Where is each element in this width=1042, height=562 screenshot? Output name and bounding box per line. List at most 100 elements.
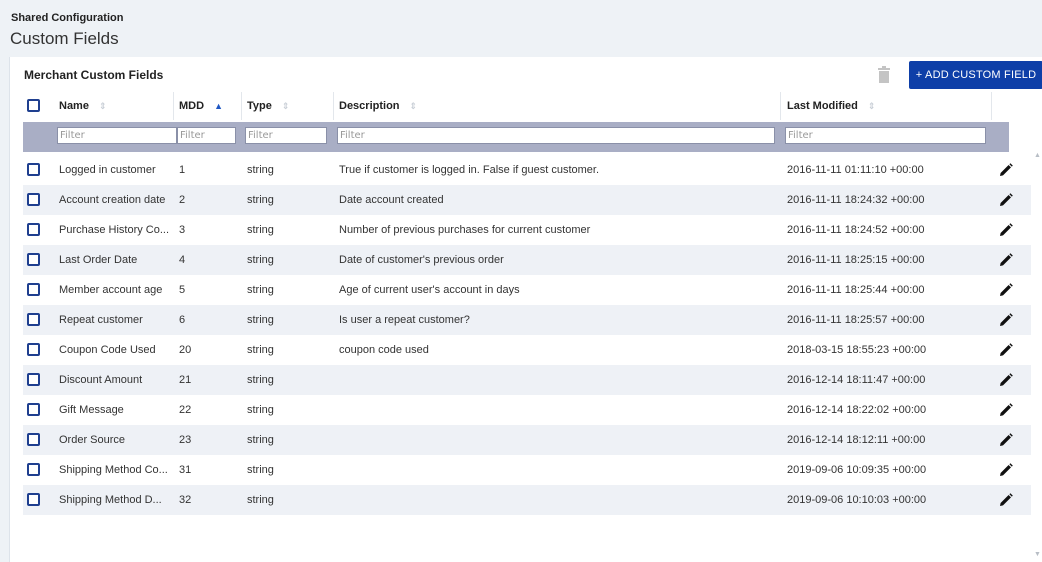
pencil-icon[interactable] — [999, 253, 1013, 267]
row-checkbox[interactable] — [27, 223, 40, 236]
table-row[interactable]: Member account age 5 string Age of curre… — [23, 275, 1031, 305]
cell-type: string — [247, 374, 274, 386]
cell-last-modified: 2016-11-11 18:25:44 +00:00 — [787, 284, 925, 296]
cell-description: Date of customer's previous order — [339, 254, 504, 266]
cell-name: Purchase History Co... — [59, 224, 170, 236]
cell-mdd: 23 — [179, 434, 192, 446]
last-modified-filter-input[interactable]: Filter — [785, 127, 986, 144]
table-row[interactable]: Discount Amount 21 string 2016-12-14 18:… — [23, 365, 1031, 395]
select-all-checkbox[interactable] — [27, 99, 40, 112]
cell-mdd: 3 — [179, 224, 186, 236]
cell-mdd: 5 — [179, 284, 186, 296]
table-row[interactable]: Logged in customer 1 string True if cust… — [23, 155, 1031, 185]
pencil-icon[interactable] — [999, 193, 1013, 207]
cell-type: string — [247, 494, 274, 506]
cell-type: string — [247, 314, 274, 326]
cell-last-modified: 2019-09-06 10:09:35 +00:00 — [787, 464, 927, 476]
pencil-icon[interactable] — [999, 373, 1013, 387]
cell-mdd: 32 — [179, 494, 192, 506]
pencil-icon[interactable] — [999, 463, 1013, 477]
cell-mdd: 31 — [179, 464, 192, 476]
cell-type: string — [247, 464, 274, 476]
pencil-icon[interactable] — [999, 493, 1013, 507]
row-checkbox[interactable] — [27, 253, 40, 266]
cell-type: string — [247, 284, 274, 296]
page-title: Custom Fields — [10, 29, 119, 48]
row-checkbox[interactable] — [27, 493, 40, 506]
row-checkbox[interactable] — [27, 433, 40, 446]
cell-type: string — [247, 404, 274, 416]
cell-type: string — [247, 164, 274, 176]
cell-mdd: 6 — [179, 314, 186, 326]
row-checkbox[interactable] — [27, 163, 40, 176]
cell-name: Discount Amount — [59, 374, 143, 386]
pencil-icon[interactable] — [999, 283, 1013, 297]
table-row[interactable]: Purchase History Co... 3 string Number o… — [23, 215, 1031, 245]
cell-last-modified: 2016-11-11 01:11:10 +00:00 — [787, 164, 924, 176]
column-header-mdd[interactable]: MDD ▲ — [179, 90, 223, 122]
column-header-type[interactable]: Type ⇕ — [247, 90, 289, 122]
pencil-icon[interactable] — [999, 403, 1013, 417]
cell-name: Last Order Date — [59, 254, 138, 266]
filter-row: Filter Filter Filter Filter Filter — [23, 122, 1009, 152]
pencil-icon[interactable] — [999, 313, 1013, 327]
cell-name: Account creation date — [59, 194, 166, 206]
row-checkbox[interactable] — [27, 463, 40, 476]
description-filter-input[interactable]: Filter — [337, 127, 775, 144]
cell-name: Shipping Method D... — [59, 494, 162, 506]
cell-name: Member account age — [59, 284, 163, 296]
row-checkbox[interactable] — [27, 193, 40, 206]
column-header-name[interactable]: Name ⇕ — [59, 90, 107, 122]
sort-icon: ⇕ — [867, 100, 876, 111]
section-eyebrow: Shared Configuration — [11, 12, 124, 24]
cell-mdd: 1 — [179, 164, 186, 176]
cell-mdd: 20 — [179, 344, 192, 356]
page-header: Shared Configuration Custom Fields — [0, 0, 1042, 57]
table-row[interactable]: Repeat customer 6 string Is user a repea… — [23, 305, 1031, 335]
row-checkbox[interactable] — [27, 403, 40, 416]
cell-last-modified: 2016-11-11 18:25:57 +00:00 — [787, 314, 925, 326]
table-row[interactable]: Shipping Method D... 32 string 2019-09-0… — [23, 485, 1031, 515]
column-header-last-modified[interactable]: Last Modified ⇕ — [787, 90, 875, 122]
cell-description: Number of previous purchases for current… — [339, 224, 591, 236]
cell-name: Gift Message — [59, 404, 124, 416]
scroll-up-arrow-icon[interactable]: ▲ — [1034, 152, 1041, 159]
cell-last-modified: 2018-03-15 18:55:23 +00:00 — [787, 344, 927, 356]
sort-icon: ⇕ — [281, 100, 290, 111]
cell-name: Logged in customer — [59, 164, 156, 176]
pencil-icon[interactable] — [999, 223, 1013, 237]
cell-description — [339, 425, 779, 455]
table-row[interactable]: Last Order Date 4 string Date of custome… — [23, 245, 1031, 275]
row-checkbox[interactable] — [27, 343, 40, 356]
type-filter-input[interactable]: Filter — [245, 127, 327, 144]
table-body: Logged in customer 1 string True if cust… — [23, 155, 1042, 555]
add-custom-field-button[interactable]: + ADD CUSTOM FIELD — [909, 61, 1042, 89]
table-row[interactable]: Coupon Code Used 20 string coupon code u… — [23, 335, 1031, 365]
cell-last-modified: 2016-12-14 18:22:02 +00:00 — [787, 404, 927, 416]
column-header-description[interactable]: Description ⇕ — [339, 90, 417, 122]
table-scrollbar[interactable]: ▲ ▼ — [1031, 150, 1042, 562]
cell-type: string — [247, 434, 274, 446]
cell-last-modified: 2016-11-11 18:24:32 +00:00 — [787, 194, 925, 206]
trash-icon[interactable] — [878, 66, 890, 83]
cell-last-modified: 2019-09-06 10:10:03 +00:00 — [787, 494, 927, 506]
table-row[interactable]: Gift Message 22 string 2016-12-14 18:22:… — [23, 395, 1031, 425]
row-checkbox[interactable] — [27, 283, 40, 296]
table-row[interactable]: Shipping Method Co... 31 string 2019-09-… — [23, 455, 1031, 485]
sort-ascending-icon: ▲ — [214, 101, 223, 111]
cell-description: True if customer is logged in. False if … — [339, 164, 600, 176]
pencil-icon[interactable] — [999, 343, 1013, 357]
pencil-icon[interactable] — [999, 433, 1013, 447]
pencil-icon[interactable] — [999, 163, 1013, 177]
name-filter-input[interactable]: Filter — [57, 127, 177, 144]
cell-description: Age of current user's account in days — [339, 284, 520, 296]
scroll-down-arrow-icon[interactable]: ▼ — [1034, 551, 1041, 558]
cell-type: string — [247, 254, 274, 266]
table-row[interactable]: Account creation date 2 string Date acco… — [23, 185, 1031, 215]
cell-last-modified: 2016-12-14 18:12:11 +00:00 — [787, 434, 926, 446]
cell-name: Repeat customer — [59, 314, 143, 326]
table-row[interactable]: Order Source 23 string 2016-12-14 18:12:… — [23, 425, 1031, 455]
mdd-filter-input[interactable]: Filter — [177, 127, 236, 144]
row-checkbox[interactable] — [27, 373, 40, 386]
row-checkbox[interactable] — [27, 313, 40, 326]
